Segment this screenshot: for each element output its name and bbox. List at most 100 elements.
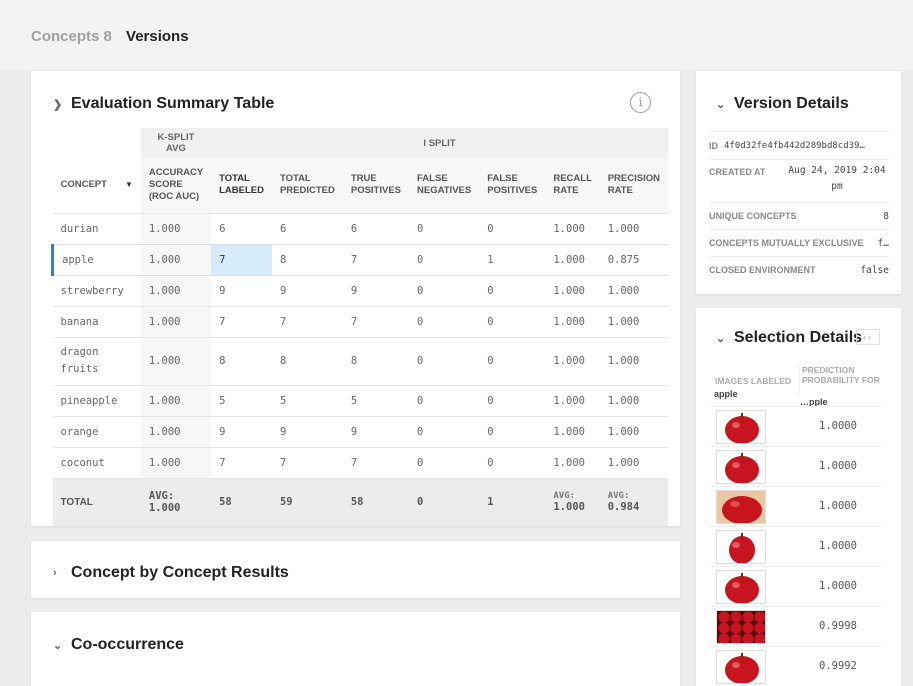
cell-total-predicted[interactable]: 8	[271, 336, 343, 385]
concept-results-header[interactable]: › Concept by Concept Results	[53, 564, 289, 582]
cell-true-positives[interactable]: 8	[342, 336, 410, 385]
cell-false-positives[interactable]: 0	[479, 415, 546, 447]
cell-total-labeled[interactable]: 7	[211, 305, 272, 337]
apple-thumbnail-image[interactable]	[716, 410, 766, 444]
cell-accuracy: 1.000	[140, 336, 212, 385]
apple-thumbnail-image[interactable]	[716, 610, 766, 644]
prediction-probability: 1.0000	[819, 540, 857, 552]
version-id-row: ID 4f0d32fe4fb442d289bd8cd39…	[709, 131, 889, 159]
filter-images-labeled[interactable]: apple	[714, 389, 738, 399]
list-item[interactable]: 1.0000	[709, 486, 882, 526]
cell-total-predicted[interactable]: 7	[271, 446, 343, 478]
cell-total-labeled-selected[interactable]: 7	[211, 243, 272, 276]
cell-total-predicted[interactable]: 7	[271, 305, 343, 337]
list-item[interactable]: 0.9998	[709, 606, 882, 646]
prediction-probability: 1.0000	[819, 580, 857, 592]
cooccurrence-header[interactable]: ⌄ Co-occurrence	[53, 636, 184, 654]
cell-total-predicted[interactable]: 8	[271, 243, 343, 276]
evaluation-summary-card: ❯ Evaluation Summary Table i K-SPLIT AVG…	[31, 71, 680, 526]
cell-false-negatives[interactable]: 0	[409, 446, 480, 478]
chevron-down-icon: ❯	[53, 98, 63, 111]
table-row[interactable]: durian 1.000 6 6 6 0 0 1.000 1.000	[52, 212, 668, 244]
table-row[interactable]: dragon fruits 1.000 8 8 8 0 0 1.000 1.00…	[52, 336, 668, 385]
cell-total-labeled[interactable]: 8	[211, 336, 272, 385]
cell-false-negatives[interactable]: 0	[409, 305, 480, 337]
cell-recall: 1.000	[545, 446, 600, 478]
cell-total-labeled[interactable]: 9	[211, 415, 272, 447]
info-icon[interactable]: i	[630, 92, 651, 113]
concept-results-title: Concept by Concept Results	[71, 564, 289, 581]
breadcrumb-concepts[interactable]: Concepts 8	[31, 28, 112, 45]
version-unique-row: UNIQUE CONCEPTS 8	[709, 202, 889, 229]
cell-total-predicted[interactable]: 5	[271, 384, 343, 416]
cell-true-positives[interactable]: 9	[342, 415, 410, 447]
cell-false-negatives[interactable]: 0	[409, 243, 480, 276]
cell-true-positives[interactable]: 9	[342, 274, 410, 306]
cell-true-positives[interactable]: 5	[342, 384, 410, 416]
col-prediction-probability: PREDICTION PROBABILITY FOR	[799, 365, 882, 395]
group-split-header: I SPLIT	[211, 128, 668, 158]
cell-false-negatives[interactable]: 0	[409, 415, 480, 447]
cell-false-positives[interactable]: 0	[479, 305, 546, 337]
cell-precision: 1.000	[599, 212, 668, 244]
col-concept-header[interactable]: CONCEPT ▼	[52, 158, 141, 213]
cell-total-labeled[interactable]: 5	[211, 384, 272, 416]
breadcrumb-versions: Versions	[126, 28, 189, 45]
cell-accuracy: 1.000	[140, 243, 212, 276]
pager-arrows-icon[interactable]: ‹›	[856, 329, 880, 345]
col-recall-header: RECALL RATE	[545, 158, 600, 213]
cell-total-labeled[interactable]: 6	[211, 212, 272, 244]
evaluation-summary-header[interactable]: ❯ Evaluation Summary Table	[53, 95, 274, 113]
cell-total-labeled[interactable]: 9	[211, 274, 272, 306]
cell-total-predicted[interactable]: 9	[271, 274, 343, 306]
cell-false-positives[interactable]: 0	[479, 274, 546, 306]
table-row[interactable]: banana 1.000 7 7 7 0 0 1.000 1.000	[52, 305, 668, 337]
version-details-header[interactable]: ⌄ Version Details	[716, 95, 849, 113]
list-item[interactable]: 1.0000	[709, 406, 882, 446]
list-item[interactable]: 1.0000	[709, 566, 882, 606]
total-label: TOTAL	[52, 477, 141, 526]
apple-thumbnail-image[interactable]	[716, 530, 766, 564]
table-row[interactable]: coconut 1.000 7 7 7 0 0 1.000 1.000	[52, 446, 668, 478]
table-total-row: TOTAL AVG: 1.000 58 59 58 0 1 AVG: 1.000…	[52, 477, 668, 526]
table-row[interactable]: strewberry 1.000 9 9 9 0 0 1.000 1.000	[52, 274, 668, 306]
table-row[interactable]: pineapple 1.000 5 5 5 0 0 1.000 1.000	[52, 384, 668, 416]
cell-false-negatives[interactable]: 0	[409, 274, 480, 306]
table-row-selected[interactable]: apple 1.000 7 8 7 0 1 1.000 0.875	[50, 243, 668, 276]
apple-thumbnail-image[interactable]	[716, 570, 766, 604]
cell-true-positives[interactable]: 7	[342, 446, 410, 478]
selection-details-header[interactable]: ⌄ Selection Details	[716, 329, 862, 347]
apple-thumbnail-image[interactable]	[716, 650, 766, 684]
top-bar: Concepts 8 Versions	[0, 0, 913, 70]
group-ksplit-header: K-SPLIT AVG	[140, 128, 212, 158]
total-precision: AVG: 0.984	[599, 477, 668, 526]
list-item[interactable]: 1.0000	[709, 446, 882, 486]
cell-false-negatives[interactable]: 0	[409, 212, 480, 244]
apple-thumbnail-image[interactable]	[716, 450, 766, 484]
list-item[interactable]: 0.9992	[709, 646, 882, 686]
col-precision-header: PRECISION RATE	[599, 158, 668, 213]
cell-false-negatives[interactable]: 0	[409, 336, 480, 385]
version-id-value[interactable]: 4f0d32fe4fb442d289bd8cd39…	[724, 141, 865, 151]
selection-details-title: Selection Details	[734, 329, 863, 346]
cell-false-negatives[interactable]: 0	[409, 384, 480, 416]
list-item[interactable]: 1.0000	[709, 526, 882, 566]
cell-total-predicted[interactable]: 9	[271, 415, 343, 447]
cell-recall: 1.000	[545, 274, 600, 306]
cell-accuracy: 1.000	[140, 446, 212, 478]
cell-true-positives[interactable]: 7	[342, 243, 410, 276]
cell-total-labeled[interactable]: 7	[211, 446, 272, 478]
cell-false-positives[interactable]: 1	[479, 243, 546, 276]
version-created-row: CREATED AT Aug 24, 2019 2:04 pm	[709, 159, 889, 202]
cell-false-positives[interactable]: 0	[479, 212, 546, 244]
apple-thumbnail-image[interactable]	[716, 490, 766, 524]
cell-true-positives[interactable]: 6	[342, 212, 410, 244]
cell-true-positives[interactable]: 7	[342, 305, 410, 337]
table-row[interactable]: orange 1.000 9 9 9 0 0 1.000 1.000	[52, 415, 668, 447]
col-true-positives-header: TRUE POSITIVES	[342, 158, 410, 213]
cell-false-positives[interactable]: 0	[479, 384, 546, 416]
cell-false-positives[interactable]: 0	[479, 336, 546, 385]
cell-false-positives[interactable]: 0	[479, 446, 546, 478]
cell-total-predicted[interactable]: 6	[271, 212, 343, 244]
cell-accuracy: 1.000	[140, 384, 212, 416]
